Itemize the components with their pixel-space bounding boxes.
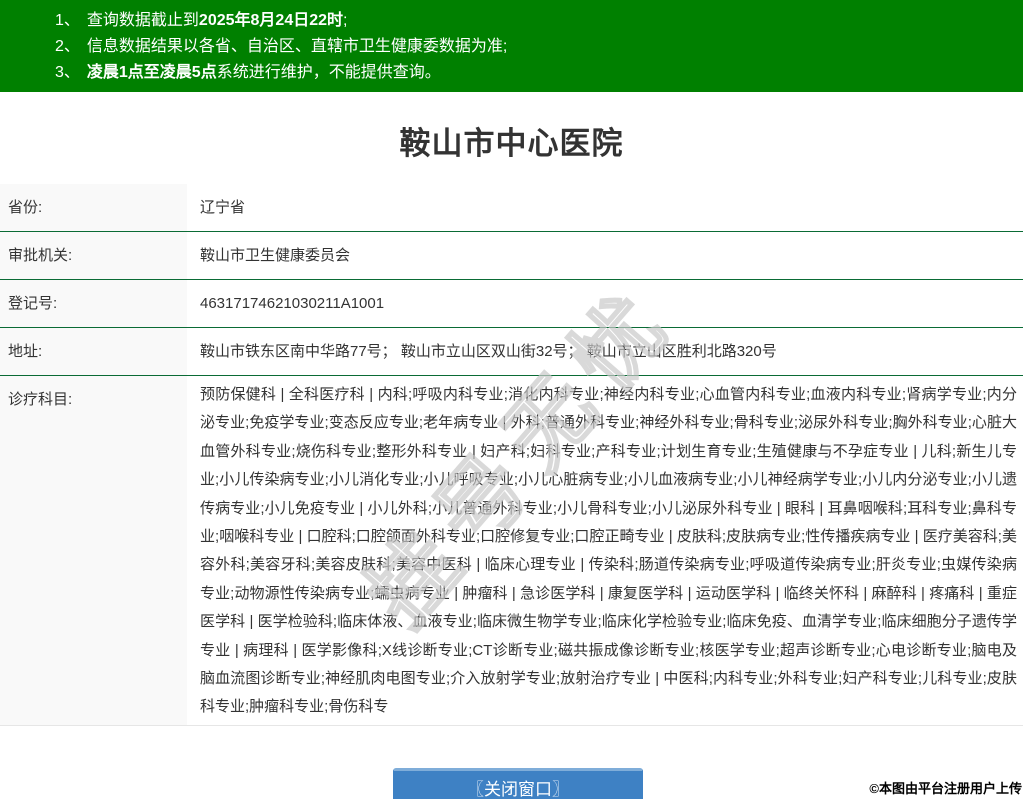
notice-bold-text: 凌晨1点至凌晨5点 (87, 64, 217, 81)
field-value: 鞍山市卫生健康委员会 (187, 232, 1023, 279)
field-label: 登记号: (0, 280, 187, 327)
notice-line-1: 1、查询数据截止到2025年8月24日22时; (55, 8, 1013, 34)
notice-number: 1、 (55, 12, 80, 29)
field-value: 鞍山市铁东区南中华路77号； 鞍山市立山区双山街32号； 鞍山市立山区胜利北路3… (187, 328, 1023, 375)
notice-text: 系统进行维护，不能提供查询。 (217, 64, 441, 81)
notice-bold-text: 2025年8月24日22时 (199, 12, 343, 29)
field-value: 预防保健科 | 全科医疗科 | 内科;呼吸内科专业;消化内科专业;神经内科专业;… (187, 376, 1023, 725)
table-row-registration-number: 登记号: 46317174621030211A1001 (0, 280, 1023, 328)
table-row-province: 省份: 辽宁省 (0, 184, 1023, 232)
image-upload-note: ©本图由平台注册用户上传 (869, 778, 1022, 797)
notice-text: 查询数据截止到 (87, 12, 199, 29)
close-window-button[interactable]: 〖关闭窗口〗 (393, 768, 643, 799)
table-row-medical-departments: 诊疗科目: 预防保健科 | 全科医疗科 | 内科;呼吸内科专业;消化内科专业;神… (0, 376, 1023, 726)
field-label: 诊疗科目: (0, 376, 187, 725)
table-row-address: 地址: 鞍山市铁东区南中华路77号； 鞍山市立山区双山街32号； 鞍山市立山区胜… (0, 328, 1023, 376)
table-row-approval-authority: 审批机关: 鞍山市卫生健康委员会 (0, 232, 1023, 280)
notice-text: 信息数据结果以各省、自治区、直辖市卫生健康委数据为准; (87, 38, 507, 55)
hospital-info-table: 省份: 辽宁省 审批机关: 鞍山市卫生健康委员会 登记号: 4631717462… (0, 184, 1023, 726)
notice-line-3: 3、凌晨1点至凌晨5点系统进行维护，不能提供查询。 (55, 60, 1013, 86)
field-label: 地址: (0, 328, 187, 375)
notice-number: 2、 (55, 38, 80, 55)
field-value: 辽宁省 (187, 184, 1023, 231)
notice-text: ; (343, 12, 347, 29)
notice-line-2: 2、信息数据结果以各省、自治区、直辖市卫生健康委数据为准; (55, 34, 1013, 60)
notice-number: 3、 (55, 64, 80, 81)
notice-banner: 1、查询数据截止到2025年8月24日22时; 2、信息数据结果以各省、自治区、… (0, 0, 1023, 92)
field-label: 审批机关: (0, 232, 187, 279)
field-value: 46317174621030211A1001 (187, 280, 1023, 327)
field-label: 省份: (0, 184, 187, 231)
hospital-name-title: 鞍山市中心医院 (0, 124, 1023, 164)
